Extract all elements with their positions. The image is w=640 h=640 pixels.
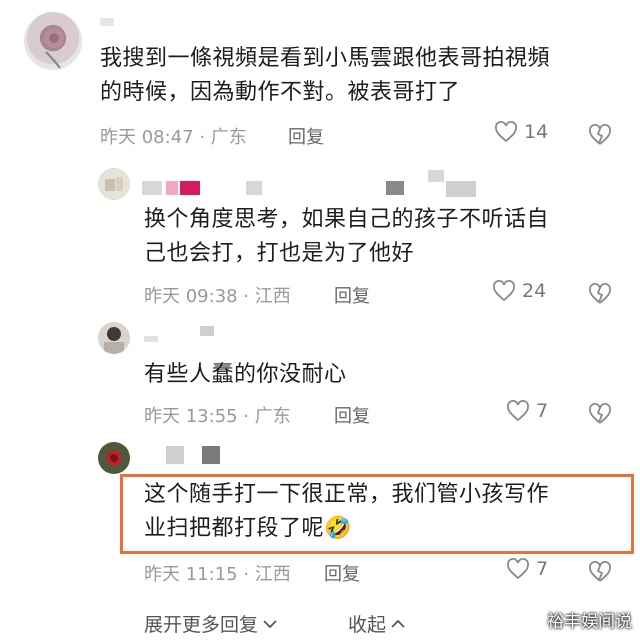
like-button[interactable]: 24 [492,280,546,302]
dislike-icon[interactable] [588,124,612,146]
comment-text: 我搜到一條視頻是看到小馬雲跟他表哥拍視頻 的時候，因為動作不對。被表哥打了 [100,46,551,105]
like-count: 7 [536,558,549,580]
chevron-down-icon [263,619,277,628]
chevron-up-icon [391,619,405,628]
avatar[interactable] [98,168,130,200]
reply-button[interactable]: 回复 [324,560,360,586]
expand-replies-button[interactable]: 展开更多回复 [144,610,278,637]
dislike-icon[interactable] [588,283,612,305]
heart-icon [493,280,515,302]
reply-button[interactable]: 回复 [288,123,324,149]
username-redacted [246,181,262,195]
like-button[interactable]: 7 [506,558,548,580]
username-redacted [202,446,220,464]
heart-icon [507,558,529,580]
comment-time: 昨天 13:55 · 广东 [144,406,291,427]
like-count: 7 [536,400,549,422]
collapse-replies-button[interactable]: 收起 [348,610,406,637]
avatar[interactable] [24,12,82,70]
like-button[interactable]: 7 [506,400,548,422]
avatar-image-icon [105,177,123,191]
username-redacted [166,446,184,464]
like-count: 14 [524,121,549,143]
username-redacted [166,181,178,195]
like-count: 24 [522,280,547,302]
rose-icon [44,28,64,69]
comment-text: 有些人蠢的你没耐心 [144,362,347,387]
comment-time: 昨天 09:38 · 江西 [144,286,291,307]
dislike-icon[interactable] [588,561,612,583]
expand-label: 展开更多回复 [144,614,259,636]
collapse-label: 收起 [348,614,387,636]
person-icon [104,327,124,354]
comment-time: 昨天 08:47 · 广东 [100,127,247,148]
username-redacted [386,181,404,195]
rolling-laughing-emoji: 🤣 [324,516,352,541]
username-redacted [144,336,158,342]
avatar[interactable] [98,442,130,474]
flower-icon [106,450,122,466]
comment-text: 换个角度思考，如果自己的孩子不听话自 己也会打，打也是为了他好 [144,207,550,266]
dislike-icon[interactable] [588,403,612,425]
like-button[interactable]: 14 [494,121,548,143]
username-redacted [446,181,476,197]
watermark: 裕丰娱间说 [547,612,632,632]
reply-button[interactable]: 回复 [334,282,370,308]
comment-time: 昨天 11:15 · 江西 [144,564,291,585]
reply-button[interactable]: 回复 [334,402,370,428]
comment-text: 这个随手打一下很正常，我们管小孩写作 业扫把都打段了呢🤣 [144,482,550,541]
username-redacted [200,326,214,336]
heart-icon [507,400,529,422]
username-redacted [180,181,200,195]
heart-icon [495,121,517,143]
username-redacted [428,170,444,182]
avatar[interactable] [98,322,130,354]
username-redacted [142,181,162,195]
username-redacted [100,18,114,26]
